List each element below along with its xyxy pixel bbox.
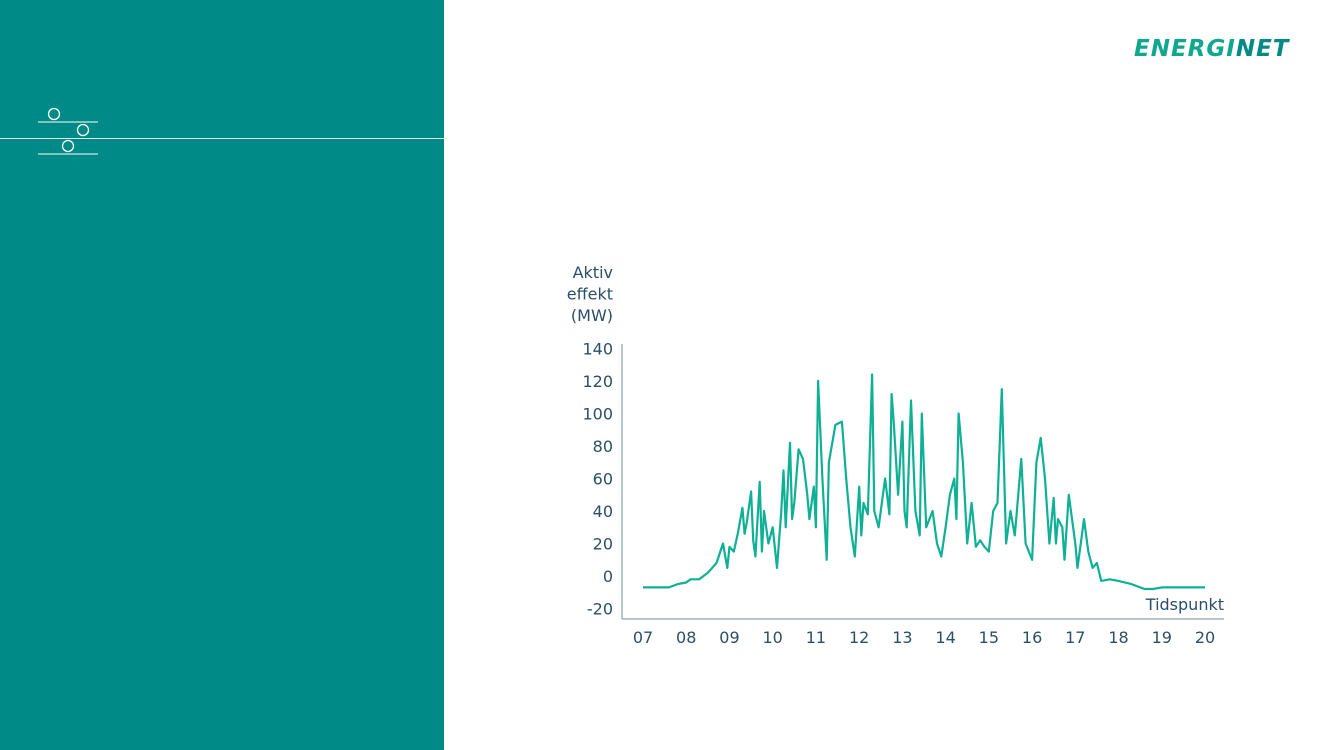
y-tick-label: 20 (593, 535, 613, 554)
x-tick-label: 16 (1022, 628, 1042, 647)
x-tick-label: 19 (1152, 628, 1172, 647)
y-axis-title: Aktiv effekt (MW) (567, 263, 613, 325)
y-tick-label: 60 (593, 470, 613, 489)
x-tick-label: 11 (806, 628, 826, 647)
y-axis-title-line: effekt (567, 285, 613, 304)
series-line (643, 373, 1205, 591)
y-axis-title-line: (MW) (571, 306, 613, 325)
y-axis-title-line: Aktiv (573, 263, 613, 282)
x-tick-labels: 07 08 09 10 11 12 13 14 15 16 17 18 19 20 (633, 628, 1215, 647)
x-axis-title: Tidspunkt (1145, 595, 1224, 614)
x-tick-label: 10 (763, 628, 783, 647)
y-tick-label: 0 (603, 567, 613, 586)
power-line-chart: Aktiv effekt (MW) -20 0 20 40 60 80 100 120 140 07… (567, 263, 1224, 647)
y-tick-labels: -20 0 20 40 60 80 100 120 140 (582, 340, 613, 619)
x-tick-label: 07 (633, 628, 653, 647)
y-tick-label: 80 (593, 437, 613, 456)
x-tick-label: 18 (1108, 628, 1128, 647)
y-tick-label: 140 (582, 340, 613, 359)
x-tick-label: 20 (1195, 628, 1215, 647)
x-tick-label: 08 (676, 628, 696, 647)
y-tick-label: -20 (587, 600, 613, 619)
x-tick-label: 09 (719, 628, 739, 647)
x-tick-label: 12 (849, 628, 869, 647)
x-tick-label: 15 (979, 628, 999, 647)
x-tick-label: 17 (1065, 628, 1085, 647)
y-tick-label: 40 (593, 502, 613, 521)
x-tick-label: 14 (935, 628, 955, 647)
x-tick-label: 13 (892, 628, 912, 647)
y-tick-label: 100 (582, 405, 613, 424)
y-tick-label: 120 (582, 372, 613, 391)
